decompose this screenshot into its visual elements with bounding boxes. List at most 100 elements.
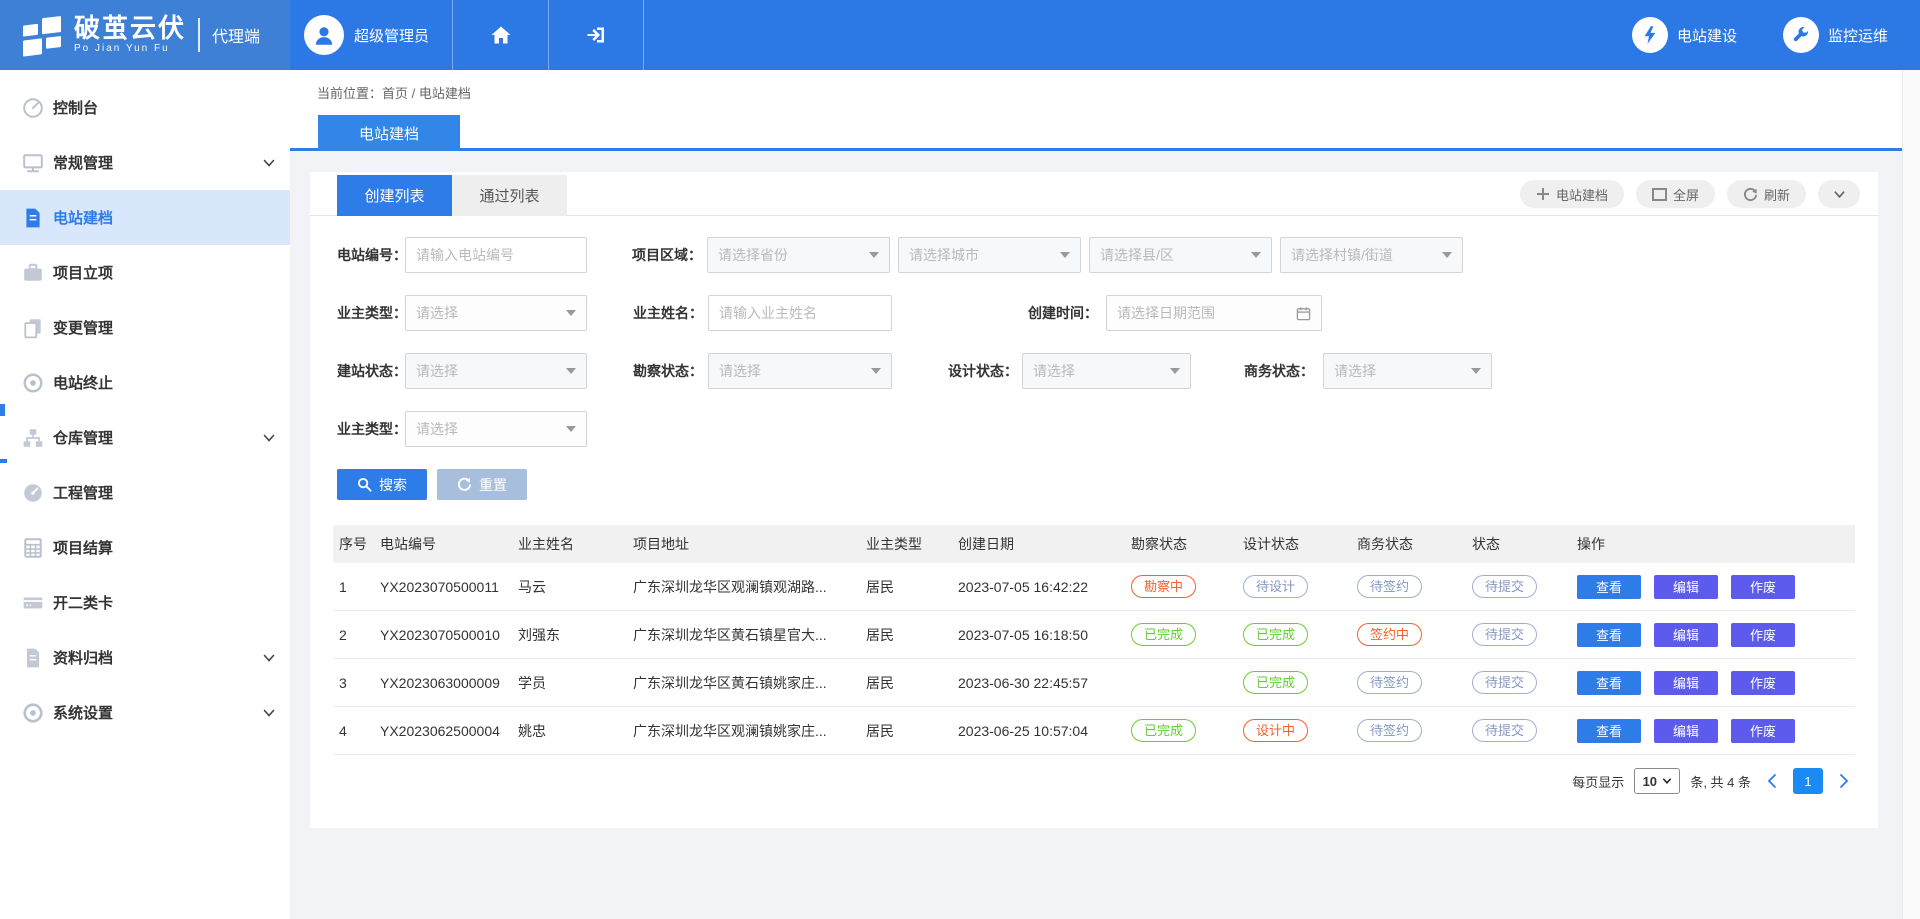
field-label-station-code: 电站编号： xyxy=(337,237,405,273)
town-select[interactable]: 请选择村镇/街道 xyxy=(1280,237,1463,273)
chevron-down-icon xyxy=(262,651,276,665)
search-button[interactable]: 搜索 xyxy=(337,469,427,500)
nav-station-build[interactable]: 电站建设 xyxy=(1632,17,1737,53)
page-size-select[interactable]: 10 xyxy=(1634,768,1680,794)
breadcrumb: 当前位置：首页 / 电站建档 xyxy=(317,83,471,102)
view-button[interactable]: 查看 xyxy=(1577,623,1641,647)
sidebar-item-data-archive[interactable]: 资料归档 xyxy=(0,630,290,685)
calculator-icon xyxy=(22,537,44,559)
sidebar-item-general-mgmt[interactable]: 常规管理 xyxy=(0,135,290,190)
field-label-project-region: 项目区域： xyxy=(624,237,702,273)
sitemap-icon xyxy=(22,427,44,449)
breadcrumb-path[interactable]: 首页 / 电站建档 xyxy=(382,86,471,101)
status-badge: 已完成 xyxy=(1243,623,1308,646)
tab-create-list[interactable]: 创建列表 xyxy=(337,175,452,216)
status-badge: 签约中 xyxy=(1357,623,1422,646)
station-code-input[interactable] xyxy=(405,237,587,273)
sidebar-item-console[interactable]: 控制台 xyxy=(0,80,290,135)
field-label-owner-type: 业主类型： xyxy=(337,295,405,331)
page-tab[interactable]: 电站建档 xyxy=(318,115,460,151)
city-select[interactable]: 请选择城市 xyxy=(898,237,1081,273)
survey-status-select[interactable]: 请选择 xyxy=(708,353,892,389)
owner-type-select-2[interactable]: 请选择 xyxy=(405,411,587,447)
status-badge: 已完成 xyxy=(1243,671,1308,694)
view-button[interactable]: 查看 xyxy=(1577,575,1641,599)
document-icon xyxy=(22,207,44,229)
business-status-select[interactable]: 请选择 xyxy=(1323,353,1492,389)
field-label-business-status: 商务状态： xyxy=(1236,353,1314,389)
caret-down-icon xyxy=(869,252,879,258)
search-icon xyxy=(357,477,372,492)
build-status-select[interactable]: 请选择 xyxy=(405,353,587,389)
caret-down-icon xyxy=(1060,252,1070,258)
next-page-button[interactable] xyxy=(1833,768,1855,794)
dashboard-icon xyxy=(22,97,44,119)
sidebar-item-warehouse-mgmt[interactable]: 仓库管理 xyxy=(0,410,290,465)
sidebar-item-open-card[interactable]: 开二类卡 xyxy=(0,575,290,630)
date-range-input[interactable]: 请选择日期范围 xyxy=(1106,295,1322,331)
void-button[interactable]: 作废 xyxy=(1731,623,1795,647)
status-badge: 待签约 xyxy=(1357,575,1422,598)
nav-monitor-ops[interactable]: 监控运维 xyxy=(1783,17,1888,53)
reset-button[interactable]: 重置 xyxy=(437,469,527,500)
collapse-toggle-button[interactable] xyxy=(1818,180,1860,208)
sidebar-item-project-settlement[interactable]: 项目结算 xyxy=(0,520,290,575)
owner-type-select[interactable]: 请选择 xyxy=(405,295,587,331)
edit-button[interactable]: 编辑 xyxy=(1654,671,1718,695)
county-select[interactable]: 请选择县/区 xyxy=(1089,237,1272,273)
fullscreen-button[interactable]: 全屏 xyxy=(1636,180,1715,208)
view-button[interactable]: 查看 xyxy=(1577,671,1641,695)
main-area: 当前位置：首页 / 电站建档 电站建档 创建列表 通过列表 电站建档 全屏 xyxy=(290,70,1902,919)
portal-label: 代理端 xyxy=(198,18,260,52)
refresh-button[interactable]: 刷新 xyxy=(1727,180,1806,208)
view-button[interactable]: 查看 xyxy=(1577,719,1641,743)
status-badge: 待提交 xyxy=(1472,719,1537,742)
breadcrumb-strip: 当前位置：首页 / 电站建档 电站建档 xyxy=(290,70,1902,151)
sidebar-item-label: 资料归档 xyxy=(53,647,113,668)
brand-subtitle: Po Jian Yun Fu xyxy=(74,44,186,55)
table-row: 2 YX2023070500010 刘强东 广东深圳龙华区黄石镇星官大... 居… xyxy=(333,611,1855,659)
design-status-select[interactable]: 请选择 xyxy=(1022,353,1191,389)
sidebar-item-label: 变更管理 xyxy=(53,317,113,338)
header: 破茧云伏 Po Jian Yun Fu 代理端 超级管理员 xyxy=(0,0,1920,70)
province-select[interactable]: 请选择省份 xyxy=(707,237,890,273)
file-icon xyxy=(22,647,44,669)
sidebar-item-change-mgmt[interactable]: 变更管理 xyxy=(0,300,290,355)
create-station-label: 电站建档 xyxy=(1556,185,1608,204)
edit-button[interactable]: 编辑 xyxy=(1654,575,1718,599)
sidebar-item-label: 常规管理 xyxy=(53,152,113,173)
reset-icon xyxy=(457,477,472,492)
sidebar-item-station-archive[interactable]: 电站建档 xyxy=(0,190,290,245)
sidebar-item-station-terminate[interactable]: 电站终止 xyxy=(0,355,290,410)
void-button[interactable]: 作废 xyxy=(1731,671,1795,695)
sidebar-item-label: 开二类卡 xyxy=(53,592,113,613)
prev-page-button[interactable] xyxy=(1761,768,1783,794)
breadcrumb-label: 当前位置： xyxy=(317,86,382,101)
edit-button[interactable]: 编辑 xyxy=(1654,719,1718,743)
status-badge: 待提交 xyxy=(1472,671,1537,694)
logout-button[interactable] xyxy=(548,0,644,70)
table-row: 3 YX2023063000009 学员 广东深圳龙华区黄石镇姚家庄... 居民… xyxy=(333,659,1855,707)
create-station-button[interactable]: 电站建档 xyxy=(1520,180,1624,208)
status-badge: 设计中 xyxy=(1243,719,1308,742)
sidebar-item-system-settings[interactable]: 系统设置 xyxy=(0,685,290,740)
user-name: 超级管理员 xyxy=(354,25,429,46)
owner-name-input[interactable] xyxy=(708,295,892,331)
user-info[interactable]: 超级管理员 xyxy=(290,0,452,70)
void-button[interactable]: 作废 xyxy=(1731,575,1795,599)
caret-down-icon xyxy=(566,368,576,374)
edit-button[interactable]: 编辑 xyxy=(1654,623,1718,647)
sidebar-item-engineering-mgmt[interactable]: 工程管理 xyxy=(0,465,290,520)
tab-passed-list[interactable]: 通过列表 xyxy=(452,175,567,216)
sidebar-item-project-initiation[interactable]: 项目立项 xyxy=(0,245,290,300)
sidebar-item-label: 项目立项 xyxy=(53,262,113,283)
home-button[interactable] xyxy=(452,0,548,70)
settings-icon xyxy=(22,702,44,724)
sidebar-item-label: 电站终止 xyxy=(53,372,113,393)
caret-down-icon xyxy=(566,426,576,432)
page-number-current[interactable]: 1 xyxy=(1793,768,1823,794)
sidebar-item-label: 项目结算 xyxy=(53,537,113,558)
void-button[interactable]: 作废 xyxy=(1731,719,1795,743)
page-scrollbar[interactable] xyxy=(1902,70,1920,919)
calendar-icon xyxy=(1296,306,1311,321)
